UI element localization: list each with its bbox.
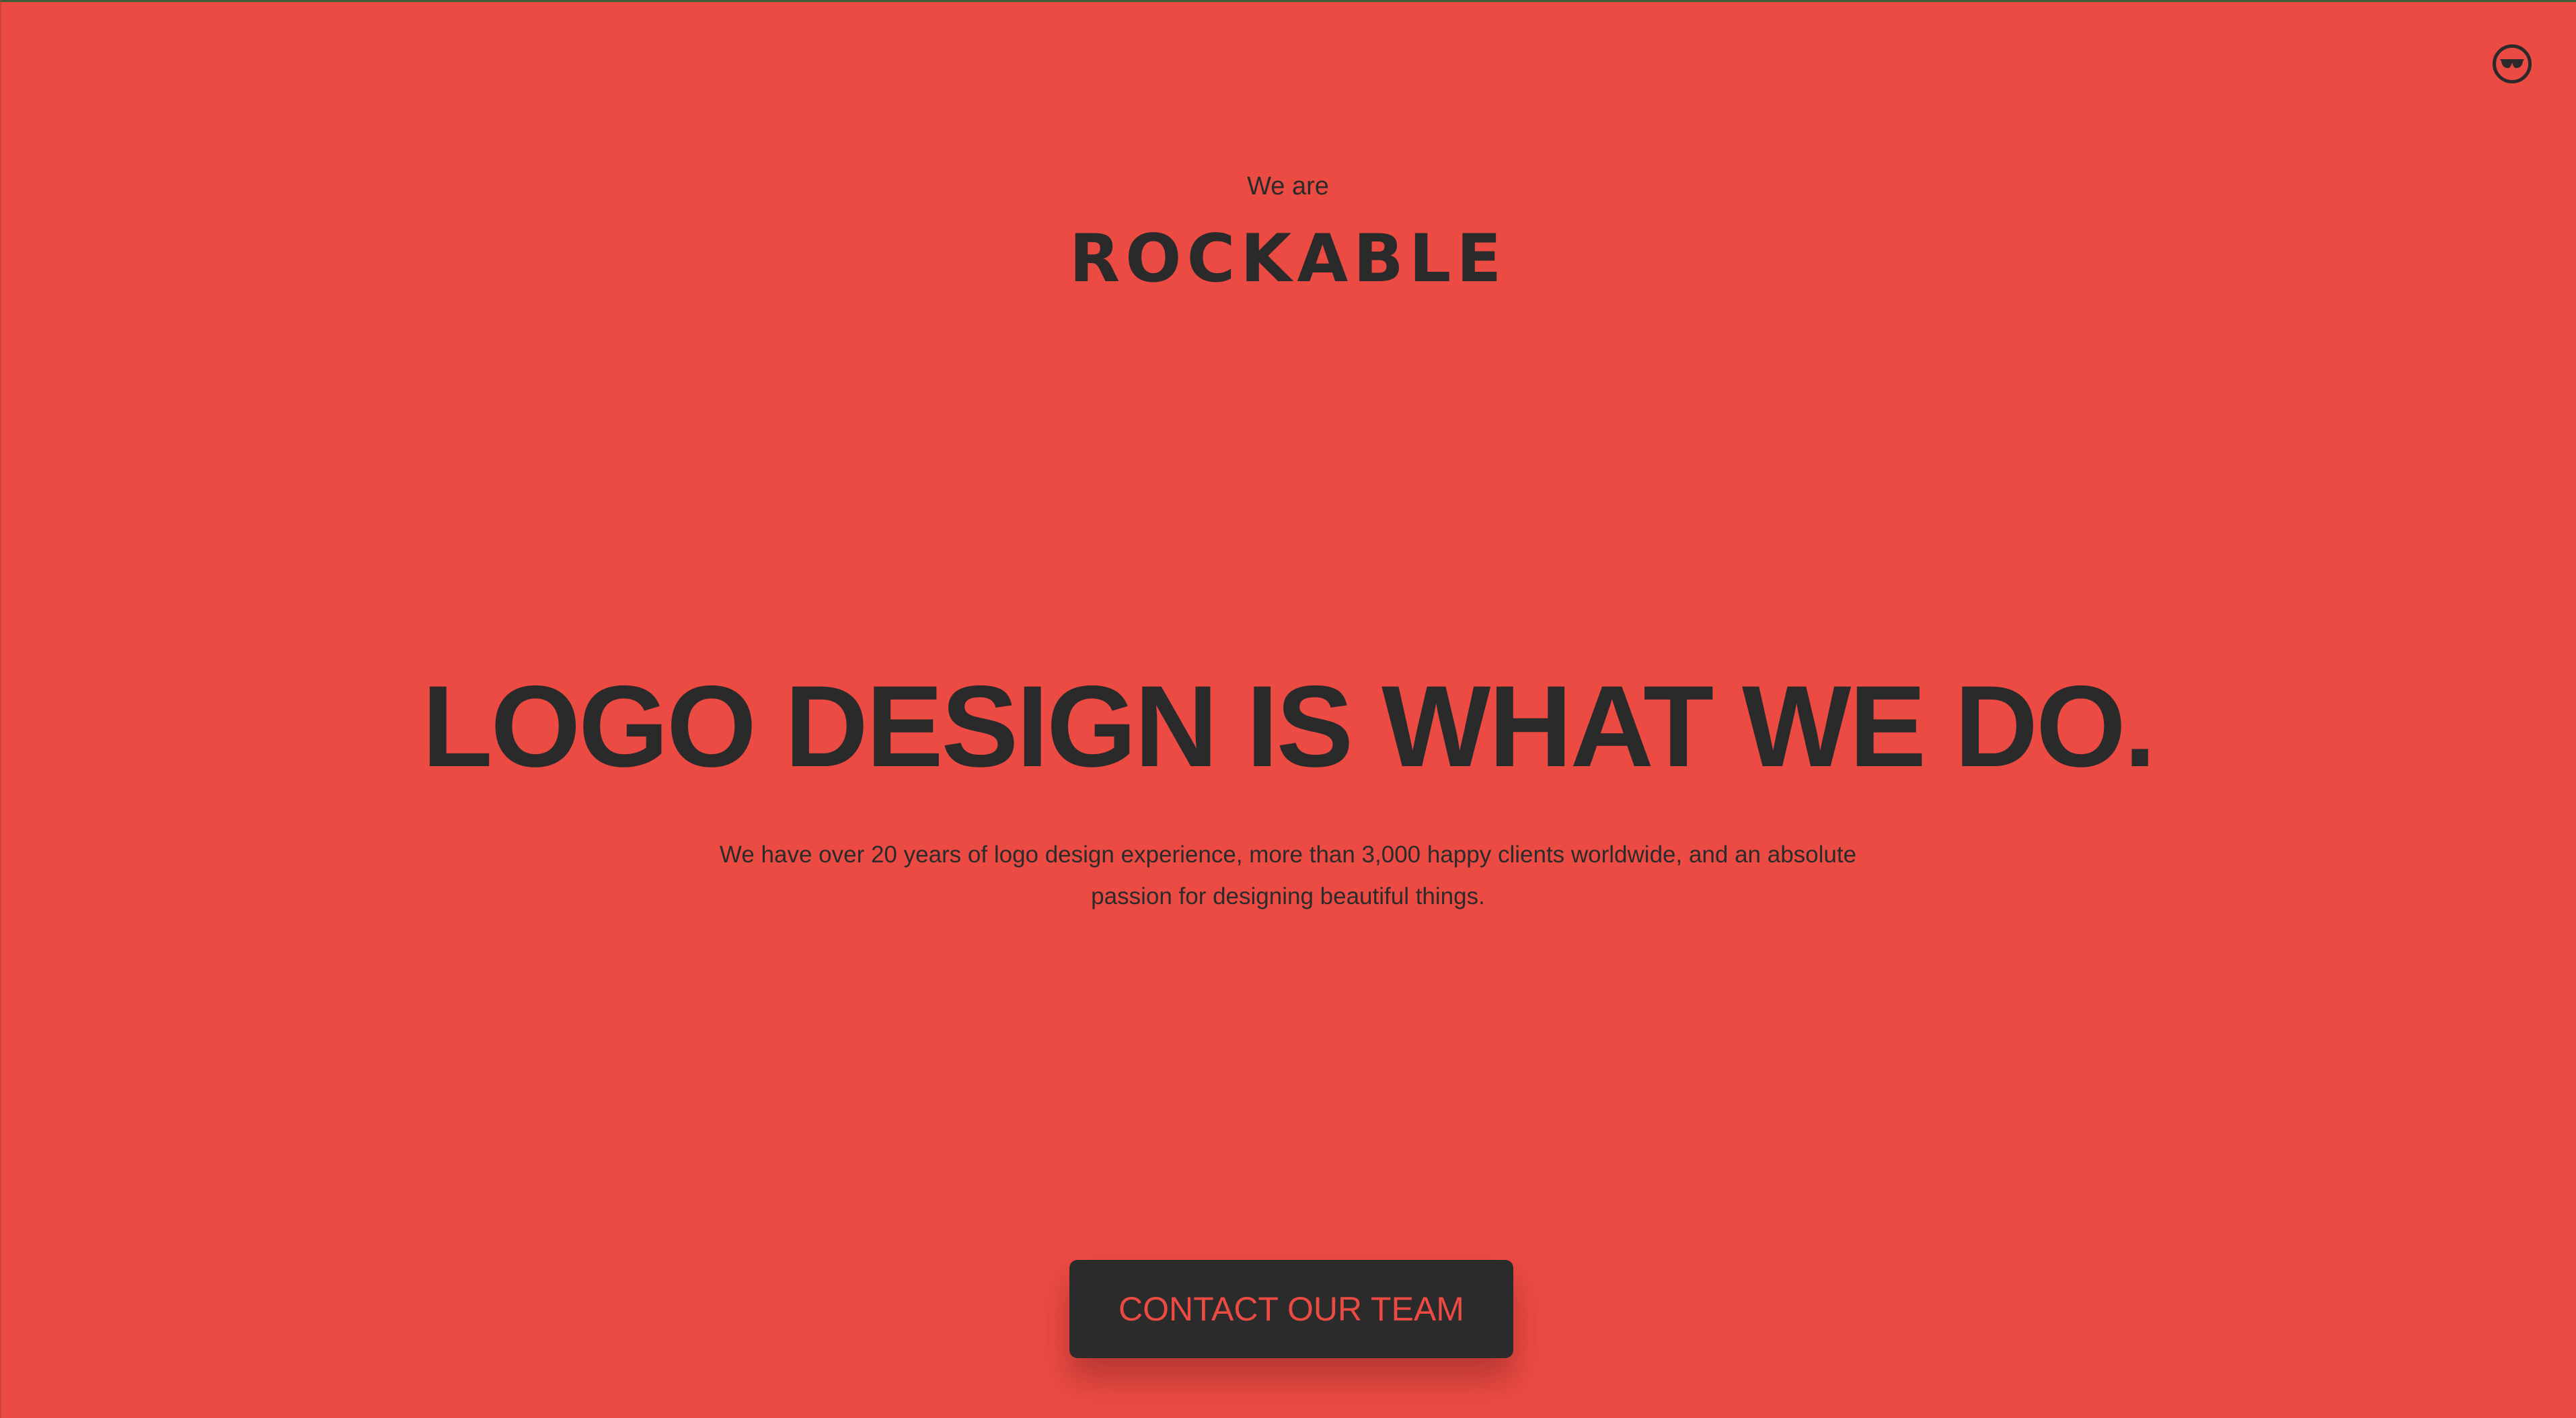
hero-eyebrow: We are bbox=[1247, 172, 1329, 200]
hero-headline: LOGO DESIGN IS WHAT WE DO. bbox=[422, 662, 2156, 791]
sunglasses-icon[interactable] bbox=[2493, 44, 2532, 83]
hero-description: We have over 20 years of logo design exp… bbox=[719, 842, 1857, 909]
brand-wordmark: ROCKABLE bbox=[1069, 221, 1507, 297]
sunglasses-glyph bbox=[2500, 59, 2524, 69]
contact-our-team-button[interactable]: CONTACT OUR TEAM bbox=[1069, 1260, 1513, 1358]
top-border bbox=[0, 0, 2576, 2]
